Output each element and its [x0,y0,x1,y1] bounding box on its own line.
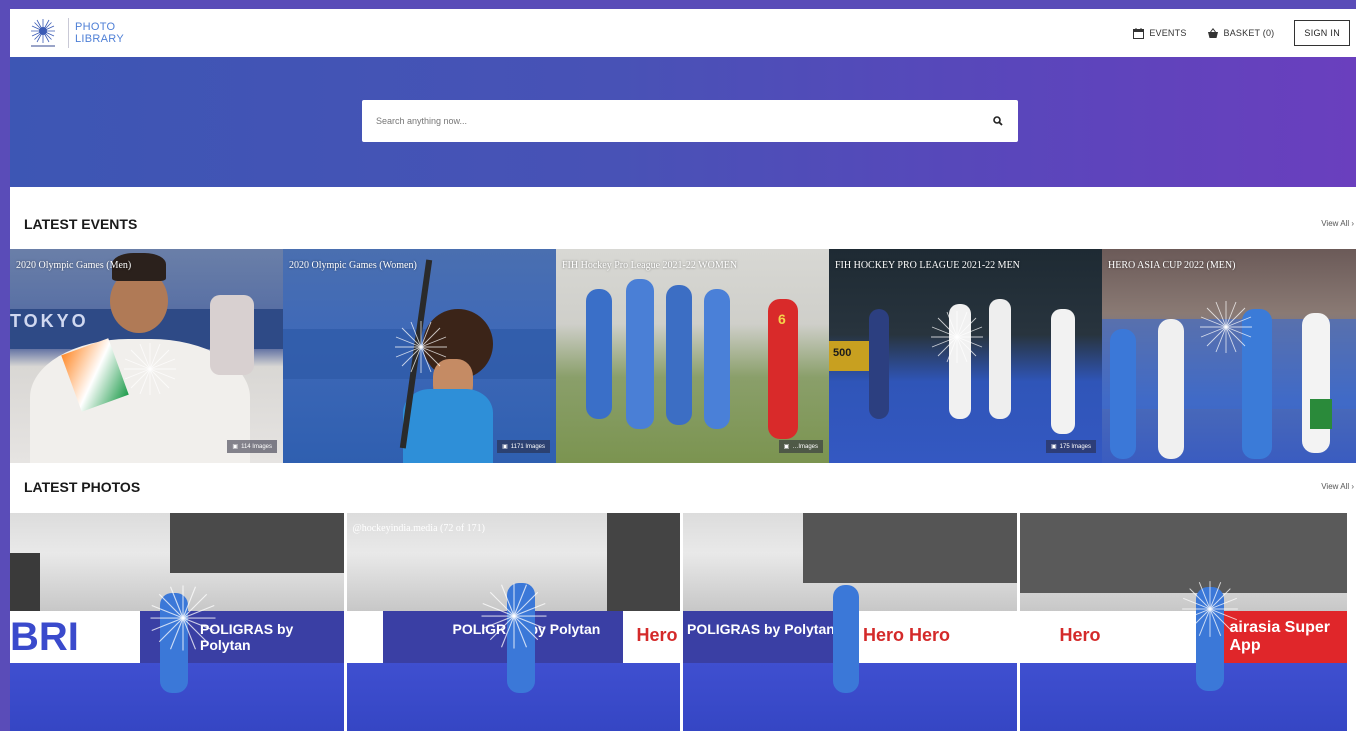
event-caption: HERO ASIA CUP 2022 (MEN) [1108,260,1236,271]
search-icon [993,116,1003,126]
photos-view-all-link[interactable]: View All › [1321,482,1354,491]
event-card[interactable]: TOKYO 2020 Olympic Games (Men) ▣ 114 Ima… [10,249,283,463]
event-card[interactable]: 2020 Olympic Games (Women) ▣ 1171 Images [283,249,556,463]
event-caption: FIH HOCKEY PRO LEAGUE 2021-22 MEN [835,260,1020,271]
player-figure [1110,329,1136,459]
nav-basket[interactable]: BASKET (0) [1207,27,1275,39]
watermark-emblem-icon [1181,581,1238,637]
photos-gallery: BRI POLIGRAS by Polytan POLIGRAS by Poly… [10,513,1356,731]
stand-upper [606,513,681,613]
player-figure [1158,319,1184,459]
site-logo[interactable]: PHOTO LIBRARY [24,15,124,51]
event-image-count: ▣ 175 Images [1045,440,1096,453]
background-person [210,295,254,375]
event-caption: FIH Hockey Pro League 2021-22 WOMEN [562,260,738,271]
page-frame: PHOTO LIBRARY EVENTS BASKET (0) SIGN IN … [10,9,1356,731]
image-icon: ▣ [783,444,790,450]
basket-icon [1207,27,1218,38]
player-shorts [1310,399,1332,429]
nav-events[interactable]: EVENTS [1133,27,1187,39]
hockey-india-emblem-icon [24,15,62,51]
player-figure [1051,309,1075,434]
event-image-count: ▣ …Images [778,440,823,453]
ad-board-text: 500 [833,347,852,359]
photo-card[interactable]: Hero airasia Super App [1019,513,1347,731]
event-caption: 2020 Olympic Games (Women) [289,260,417,271]
photo-card[interactable]: BRI POLIGRAS by Polytan [10,513,347,731]
nav-basket-label: BASKET (0) [1223,28,1275,38]
events-view-all-link[interactable]: View All › [1321,219,1354,228]
watermark-emblem-icon [931,311,983,363]
watermark-emblem-icon [124,343,176,395]
player-figure [704,289,730,429]
sign-in-button[interactable]: SIGN IN [1294,20,1350,46]
event-count-label: 114 Images [241,443,272,450]
search-input[interactable] [362,100,978,142]
image-icon: ▣ [502,444,508,450]
event-card[interactable]: HERO ASIA CUP 2022 (MEN) [1102,249,1356,463]
player-figure [666,285,692,425]
player-figure [626,279,654,429]
event-image-count: ▣ 1171 Images [497,440,550,453]
player-figure [1302,313,1330,453]
search-button[interactable] [978,100,1018,142]
image-icon: ▣ [1050,444,1057,450]
player-figure [833,585,859,693]
stand-upper [803,513,1017,583]
event-count-label: 1171 Images [510,443,545,450]
ad-board-right: Hero [622,611,680,663]
event-card[interactable]: 6 FIH Hockey Pro League 2021-22 WOMEN ▣ … [556,249,829,463]
ad-board-left: POLIGRAS by Polytan [683,611,843,663]
event-caption: 2020 Olympic Games (Men) [16,260,132,271]
image-icon: ▣ [232,444,239,450]
search-bar [362,100,1018,142]
calendar-icon [1133,27,1145,39]
logo-text-line2: LIBRARY [75,33,124,45]
nav-events-label: EVENTS [1149,28,1187,38]
ad-board-left: BRI [10,611,140,663]
player-figure [869,309,889,419]
event-count-label: …Images [792,443,818,450]
top-nav-bar: PHOTO LIBRARY EVENTS BASKET (0) SIGN IN [10,9,1356,57]
photo-card[interactable]: POLIGRAS by Polytan Hero @hockeyindia.me… [346,513,683,731]
watermark-emblem-icon [1200,301,1252,353]
stand-upper [170,513,344,573]
watermark-emblem-icon [481,583,546,649]
logo-divider [68,18,69,48]
latest-events-heading: LATEST EVENTS [24,216,138,232]
stadium-signage: TOKYO [10,311,89,331]
stand-wall [10,553,40,613]
events-gallery: TOKYO 2020 Olympic Games (Men) ▣ 114 Ima… [10,249,1356,463]
watermark-emblem-icon [150,585,216,651]
photo-caption: @hockeyindia.media (72 of 171) [352,523,486,534]
event-image-count: ▣ 114 Images [227,440,277,453]
logo-text-line1: PHOTO [75,21,116,33]
main-nav: EVENTS BASKET (0) SIGN IN [1133,20,1350,46]
player-figure [586,289,612,419]
athlete-jersey [403,389,493,463]
latest-photos-heading: LATEST PHOTOS [24,479,141,495]
player-figure [989,299,1011,419]
ad-board-right: Hero Hero [843,611,1017,663]
ad-board-gap [346,611,383,663]
photo-card[interactable]: POLIGRAS by Polytan Hero Hero [683,513,1020,731]
jersey-number: 6 [778,311,786,327]
event-card[interactable]: 500 FIH HOCKEY PRO LEAGUE 2021-22 MEN ▣ … [829,249,1102,463]
watermark-emblem-icon [395,321,447,373]
logo-wordmark: PHOTO LIBRARY [75,21,124,45]
search-hero-banner [10,57,1356,187]
hockey-turf [1019,663,1347,731]
event-count-label: 175 Images [1059,443,1091,450]
